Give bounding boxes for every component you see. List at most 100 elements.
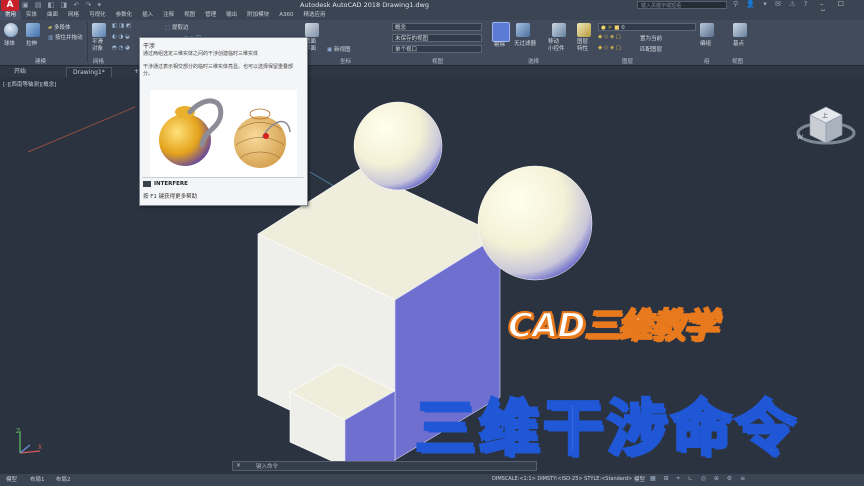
base-point-button[interactable]: 基点 [733, 39, 744, 47]
extrude-icon[interactable] [26, 23, 40, 37]
status-toggle-icons[interactable]: ▦ ⊞ ⌖ ∟ ◎ ⊕ ⚙ ≡ [650, 475, 748, 483]
move-gizmo-button[interactable]: 移动 小控件 [548, 39, 570, 53]
group-label-modeling: 建模 [35, 59, 47, 65]
presspull-icon: ▥ [48, 35, 54, 41]
solid-edit-icons-row2[interactable]: ◐ ◑ ◒ [112, 34, 130, 40]
presspull-label: 按住并拖动 [54, 35, 83, 41]
no-filter-button[interactable]: 无过滤器 [514, 39, 536, 47]
set-current-button[interactable]: 置为当前 [640, 34, 662, 42]
viewcube-compass-w: W [797, 134, 803, 141]
extract-edges-label: 提取边 [171, 25, 189, 31]
tab-manage[interactable]: 管理 [200, 11, 221, 20]
group-label-view: 视图 [432, 59, 444, 65]
tab-layout2[interactable]: 布局2 [56, 475, 71, 483]
svg-text:Z: Z [16, 428, 20, 435]
window-title: Autodesk AutoCAD 2018 Drawing1.dwg [300, 1, 429, 9]
application-menu-button[interactable]: A [1, 0, 19, 11]
viewcube[interactable]: 上 W [795, 93, 857, 163]
tooltip-help-text: 按 F1 键获得更多帮助 [143, 194, 198, 200]
tab-layout1[interactable]: 布局1 [30, 475, 45, 483]
new-view-label: 新视图 [333, 47, 351, 53]
extract-edges-icon: ⬚ [165, 25, 171, 31]
group-button[interactable]: 编组 [700, 39, 711, 47]
tab-home[interactable]: 常用 [0, 11, 22, 20]
polysolid-icon: ▰ [48, 25, 53, 31]
status-dim-info: DIMSCALE:<1:1> DIMSTY:<ISO-25> STYLE:<St… [492, 476, 633, 482]
tab-visualize[interactable]: 可视化 [84, 11, 111, 20]
presspull-button[interactable]: ▥ 按住并拖动 [48, 33, 82, 41]
new-view-button[interactable]: ▣ 新视图 [327, 45, 350, 53]
tab-addins[interactable]: 附加模块 [242, 11, 274, 20]
solid-edit-icons[interactable]: ◧ ◨ ◩ [112, 23, 131, 29]
group-icon[interactable] [700, 23, 714, 37]
layer-properties-icon[interactable] [577, 23, 591, 37]
sphere-button[interactable]: 球体 [4, 39, 15, 47]
named-view-value: 未保存的视图 [395, 36, 429, 42]
layer-tool-icons-row2[interactable]: ◆ ◇ ◈ ▢ [598, 45, 621, 51]
extract-edges-button[interactable]: ⬚ 提取边 [165, 23, 188, 31]
tab-mesh[interactable]: 网格 [63, 11, 84, 20]
section-plane-icon[interactable] [305, 23, 319, 37]
group-label-mesh: 网格 [93, 59, 105, 65]
tab-surface[interactable]: 曲面 [42, 11, 63, 20]
base-point-icon[interactable] [733, 23, 747, 37]
tab-solid[interactable]: 实体 [21, 11, 42, 20]
sphere-back [353, 101, 443, 191]
title-tools[interactable]: ⚲ 👤 ▾ ✉ ⚠ ? [733, 0, 810, 8]
named-view-combo[interactable]: 未保存的视图 [392, 34, 482, 42]
viewport-config-combo[interactable]: 单个视口 [392, 45, 482, 53]
quick-access-toolbar[interactable]: ▣ ▤ ◧ ◨ ↶ ↷ ▾ [22, 1, 103, 9]
filter-icon[interactable] [516, 23, 530, 37]
smooth-object-icon[interactable] [92, 23, 106, 37]
tooltip-command-name: INTERFERE [154, 181, 188, 187]
tab-insert[interactable]: 插入 [137, 11, 158, 20]
match-layer-button[interactable]: 匹配图层 [640, 45, 662, 53]
layer-value: 0 [621, 25, 625, 31]
tab-featured-apps[interactable]: 精选应用 [298, 11, 330, 20]
solid-edit-icons-row3[interactable]: ◓ ◔ ◕ [112, 45, 130, 51]
visual-style-value: 概念 [395, 25, 407, 31]
layer-properties-button[interactable]: 图层 特性 [577, 39, 593, 53]
ribbon-separator [87, 22, 88, 62]
tooltip-description: 通过两组选定三维实体之间的干涉创建临时三维实体 [143, 51, 259, 57]
group-label-coordinates: 坐标 [340, 59, 352, 65]
group-label-selection: 选择 [528, 59, 540, 65]
model-space-button[interactable]: 模型 [634, 475, 645, 483]
tooltip-illustration [150, 90, 297, 178]
visual-style-combo[interactable]: 概念 [392, 23, 482, 31]
overlay-title-course: CAD三维教学 [507, 305, 718, 347]
tooltip-detail: 干涉通过表示相交部分的临时三维实体亮显。也可以选择保留重叠部分。 [143, 64, 294, 77]
tab-a360[interactable]: A360 [274, 11, 298, 20]
command-input[interactable]: 键入命令 [256, 462, 278, 470]
sphere-icon[interactable] [4, 23, 18, 37]
axis-line [27, 106, 136, 153]
view-icon: ▣ [327, 47, 333, 53]
culling-icon[interactable] [492, 22, 510, 42]
tab-output[interactable]: 输出 [221, 11, 242, 20]
group-label-groups: 组 [704, 59, 710, 65]
search-input[interactable]: 键入关键字或短语 [637, 1, 727, 9]
overlay-title-command: 三维干涉命令 [414, 393, 799, 466]
tab-annotate[interactable]: 注释 [158, 11, 179, 20]
bulb-icon: ● ☼ ■ [601, 25, 620, 31]
tab-model[interactable]: 模型 [6, 475, 17, 483]
tab-view[interactable]: 视图 [179, 11, 200, 20]
group-label-view-right: 视图 [732, 59, 744, 65]
wire-sphere [234, 116, 286, 168]
polysolid-button[interactable]: ▰ 多段体 [48, 23, 71, 31]
layer-tool-icons[interactable]: ◆ ◇ ◈ ▢ [598, 34, 621, 40]
svg-text:X: X [38, 444, 42, 451]
gizmo-icon[interactable] [552, 23, 566, 37]
layer-combo[interactable]: ● ☼ ■ 0 [598, 23, 696, 31]
extrude-button[interactable]: 拉伸 [26, 39, 37, 47]
smooth-object-button[interactable]: 平滑 对象 [92, 39, 108, 53]
viewport-config-value: 单个视口 [395, 47, 418, 53]
culling-button[interactable]: 剔除 [494, 40, 505, 48]
tab-parametric[interactable]: 参数化 [111, 11, 138, 20]
sphere-front [477, 165, 593, 281]
tooltip-title: 干涉 [143, 43, 156, 50]
tooltip-interfere: 干涉 通过两组选定三维实体之间的干涉创建临时三维实体 干涉通过表示相交部分的临时… [139, 37, 308, 206]
close-command-icon[interactable]: ✕ [236, 462, 241, 469]
group-label-layers: 图层 [622, 59, 634, 65]
tab-start[interactable]: 开始 [8, 67, 32, 77]
